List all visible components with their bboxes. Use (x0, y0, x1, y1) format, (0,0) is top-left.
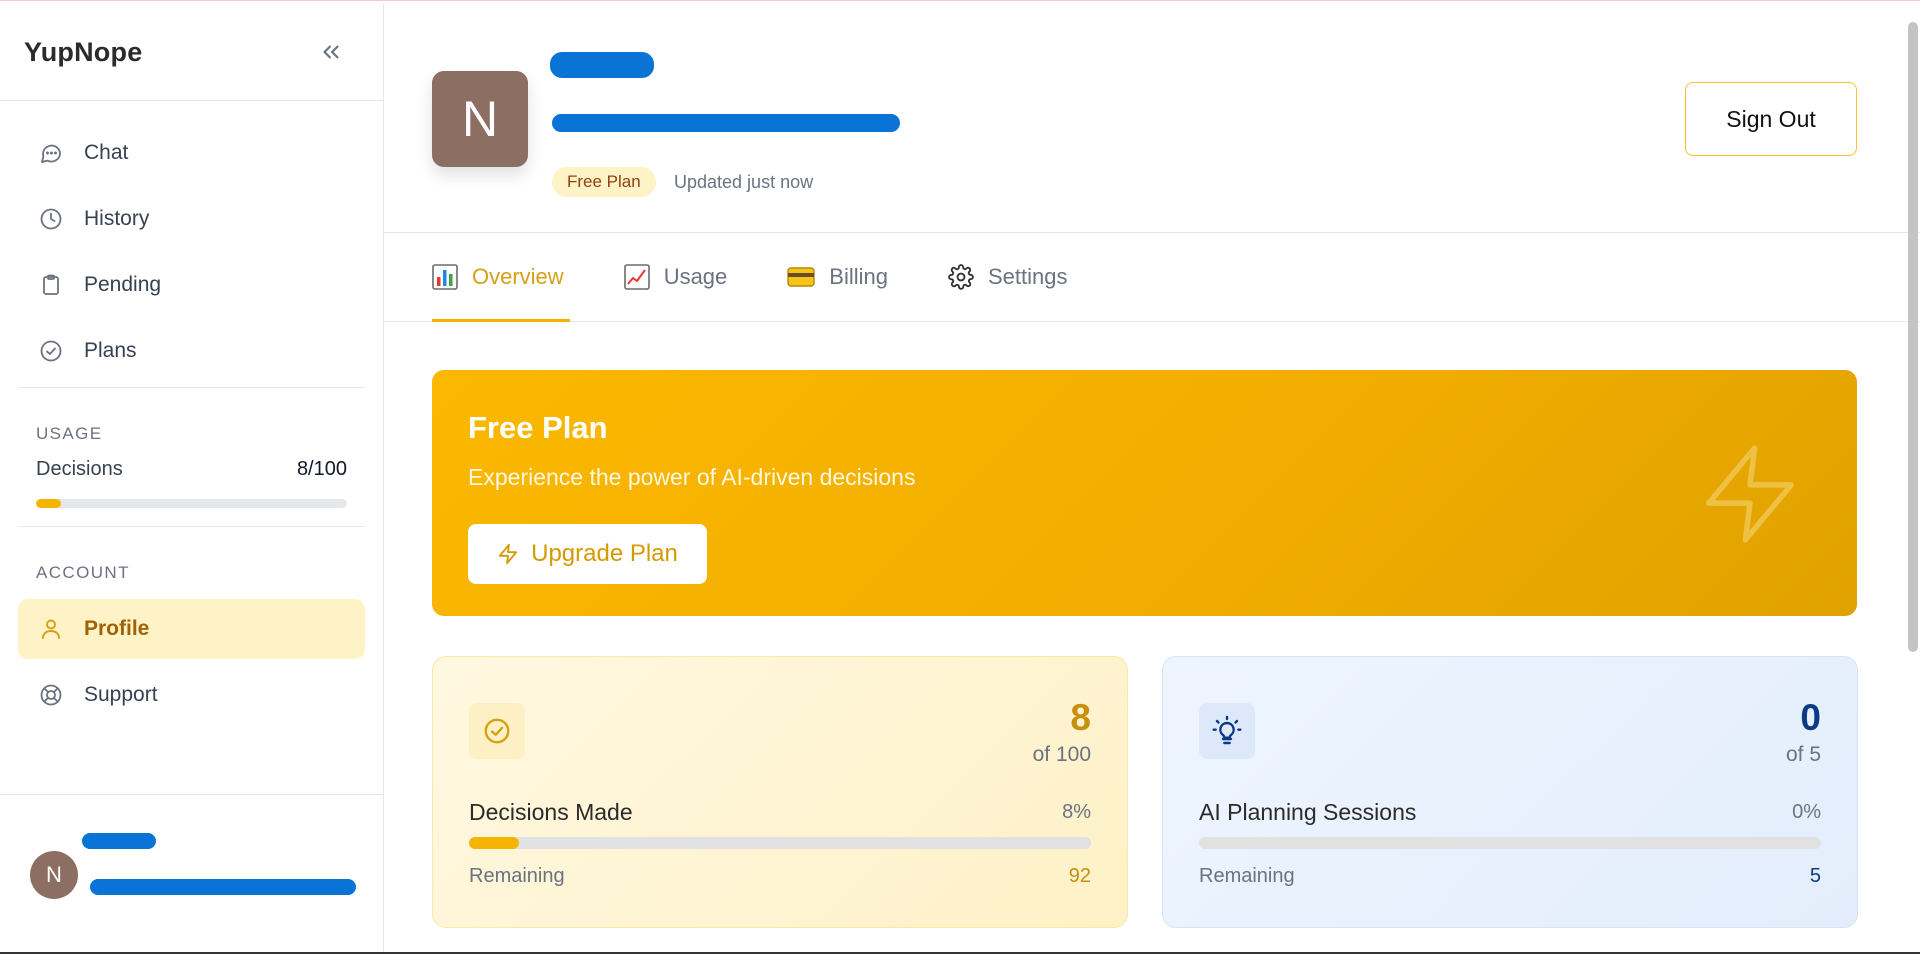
sidebar: YupNope Chat History Pending Plans USAGE… (0, 4, 384, 954)
check-circle-icon (469, 703, 525, 759)
sidebar-item-profile[interactable]: Profile (18, 599, 365, 659)
collapse-sidebar-button[interactable] (315, 36, 347, 68)
profile-tabs: Overview Usage Billing Settings (384, 233, 1920, 322)
double-chevron-left-icon (323, 45, 339, 59)
account-section: ACCOUNT (0, 527, 383, 599)
sidebar-item-label: History (84, 207, 150, 230)
avatar: N (30, 850, 78, 899)
sidebar-item-label: Profile (84, 617, 150, 640)
redacted-name (550, 52, 654, 78)
profile-header: N Free Plan Updated just now Sign Out (384, 4, 1920, 233)
lightbulb-icon (1199, 703, 1255, 759)
gear-icon (948, 264, 974, 290)
sidebar-item-label: Plans (84, 339, 137, 362)
tab-label: Usage (663, 264, 728, 289)
redacted-email (90, 879, 356, 895)
sidebar-item-pending[interactable]: Pending (18, 255, 365, 315)
main-content: N Free Plan Updated just now Sign Out Ov… (384, 4, 1920, 954)
tab-label: Settings (987, 264, 1068, 289)
updated-status: Updated just now (674, 172, 814, 192)
user-icon (38, 616, 64, 642)
usage-progress-bar (36, 499, 347, 508)
redacted-email (552, 114, 900, 132)
stat-value: 8 (1070, 697, 1091, 738)
tab-label: Overview (472, 264, 564, 289)
app-window: YupNope Chat History Pending Plans USAGE… (0, 4, 1920, 954)
remaining-label: Remaining (469, 865, 565, 887)
sidebar-item-history[interactable]: History (18, 189, 365, 249)
sidebar-item-label: Support (84, 683, 158, 706)
clock-icon (38, 206, 64, 232)
check-circle-icon (38, 338, 64, 364)
stat-percent: 0% (1792, 801, 1821, 823)
upgrade-plan-button[interactable]: Upgrade Plan (468, 524, 707, 584)
usage-label: Decisions (36, 458, 123, 480)
bar-chart-icon (432, 264, 458, 290)
credit-card-icon (787, 266, 815, 288)
sidebar-header: YupNope (0, 4, 383, 101)
stat-progress-bar (1199, 837, 1821, 849)
stat-progress-fill (469, 837, 519, 849)
banner-subtitle: Experience the power of AI-driven decisi… (468, 464, 916, 490)
banner-title: Free Plan (468, 410, 608, 445)
sidebar-item-chat[interactable]: Chat (18, 123, 365, 183)
usage-value: 8/100 (296, 458, 347, 480)
decisions-card: 8 of 100 Decisions Made 8% Remaining 92 (432, 656, 1128, 928)
avatar: N (432, 71, 528, 167)
scrollbar[interactable] (1908, 22, 1918, 652)
tab-overview[interactable]: Overview (432, 233, 570, 322)
remaining-value: 5 (1809, 865, 1821, 887)
tab-billing[interactable]: Billing (787, 233, 888, 321)
remaining-value: 92 (1068, 865, 1091, 887)
line-chart-icon (623, 264, 650, 290)
plan-badge: Free Plan (552, 167, 656, 197)
lightning-icon (497, 543, 519, 565)
stat-percent: 8% (1062, 801, 1091, 823)
account-section-title: ACCOUNT (36, 563, 130, 582)
tab-settings[interactable]: Settings (948, 233, 1068, 321)
sidebar-user-footer[interactable]: N (0, 794, 383, 954)
ai-planning-card: 0 of 5 AI Planning Sessions 0% Remaining… (1162, 656, 1858, 928)
tab-label: Billing (829, 264, 888, 289)
stat-label: AI Planning Sessions (1199, 799, 1417, 825)
sign-out-button[interactable]: Sign Out (1685, 82, 1857, 156)
sidebar-item-support[interactable]: Support (18, 665, 365, 725)
stat-value: 0 (1800, 697, 1821, 738)
clipboard-icon (38, 272, 64, 298)
stat-limit: of 100 (1032, 743, 1091, 766)
chat-bubble-icon (38, 140, 64, 166)
tab-usage[interactable]: Usage (623, 233, 728, 321)
lifebuoy-icon (38, 682, 64, 708)
sidebar-item-label: Chat (84, 141, 129, 164)
stat-limit: of 5 (1785, 743, 1821, 766)
brand-logo[interactable]: YupNope (24, 37, 142, 68)
main-nav: Chat History Pending Plans (0, 101, 383, 381)
usage-section: USAGE Decisions 8/100 (0, 388, 383, 526)
sidebar-item-plans[interactable]: Plans (18, 321, 365, 381)
usage-progress-fill (36, 499, 61, 508)
sidebar-item-label: Pending (84, 273, 162, 296)
plan-banner: Free Plan Experience the power of AI-dri… (432, 370, 1857, 616)
account-nav: Profile Support (0, 599, 383, 725)
lightning-icon (1695, 434, 1805, 559)
stat-label: Decisions Made (469, 799, 633, 825)
upgrade-plan-label: Upgrade Plan (531, 540, 678, 567)
usage-row: Decisions 8/100 (36, 458, 347, 481)
stat-progress-bar (469, 837, 1091, 849)
usage-section-title: USAGE (36, 424, 103, 443)
redacted-username (82, 833, 156, 849)
remaining-label: Remaining (1199, 865, 1295, 887)
